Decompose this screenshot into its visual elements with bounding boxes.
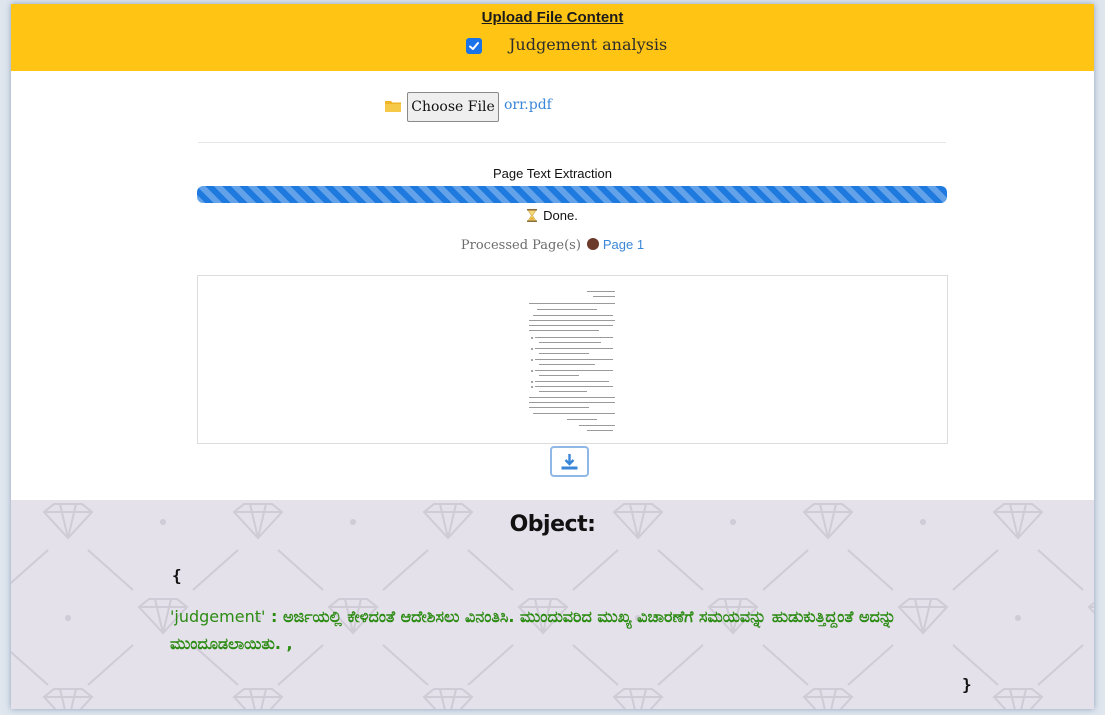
- judgement-analysis-label[interactable]: Judgement analysis: [509, 35, 667, 54]
- thumbnail-text-line: [535, 386, 613, 387]
- thumbnail-text-line: [587, 291, 615, 292]
- diamond-shape: [42, 688, 94, 709]
- thumbnail-text-line: [567, 419, 597, 420]
- judgement-analysis-checkbox[interactable]: [466, 38, 482, 54]
- progress-bar-fill: [197, 186, 947, 203]
- brown-circle-icon: [586, 238, 599, 250]
- document-thumbnail: [527, 289, 619, 431]
- thumbnail-text-line: [535, 337, 613, 338]
- thumbnail-text-line: [529, 325, 613, 326]
- selected-file-name: orr.pdf: [504, 97, 552, 113]
- thumbnail-text-line: [529, 402, 615, 403]
- progress-status: Done.: [11, 208, 1094, 225]
- judgement-key: 'judgement': [170, 607, 266, 626]
- diamond-shape: [232, 688, 284, 709]
- key-separator: :: [265, 607, 283, 626]
- pattern-line: [87, 549, 134, 591]
- pattern-line: [762, 549, 809, 591]
- thumbnail-bullet: [531, 369, 533, 372]
- thumbnail-text-line: [533, 315, 613, 316]
- thumbnail-text-line: [579, 425, 615, 426]
- diamond-shape: [1087, 601, 1094, 614]
- thumbnail-bullet: [531, 380, 533, 383]
- pattern-line: [87, 644, 134, 686]
- pattern-dot: [65, 615, 71, 621]
- pattern-line: [11, 549, 49, 585]
- thumbnail-text-line: [529, 397, 615, 398]
- upload-header: Upload File Content Judgement analysis: [11, 4, 1094, 71]
- object-title: Object:: [509, 512, 596, 537]
- pattern-line: [952, 644, 999, 686]
- thumbnail-text-line: [539, 364, 595, 365]
- diamond-shape: [422, 688, 474, 709]
- download-button[interactable]: [550, 446, 589, 477]
- upload-title: Upload File Content: [481, 9, 624, 26]
- page-preview: [197, 275, 948, 444]
- thumbnail-text-line: [537, 309, 597, 310]
- thumbnail-text-line: [539, 375, 579, 376]
- thumbnail-bullet: [531, 336, 533, 339]
- pattern-line: [657, 549, 704, 591]
- thumbnail-bullet: [531, 385, 533, 388]
- thumbnail-text-line: [533, 413, 615, 414]
- pattern-line: [11, 650, 49, 686]
- thumbnail-text-line: [529, 303, 615, 304]
- pattern-line: [1037, 644, 1084, 686]
- thumbnail-text-line: [539, 342, 601, 343]
- pattern-line: [277, 549, 324, 591]
- diamond-shape: [992, 688, 1044, 709]
- status-text: Done.: [543, 208, 578, 223]
- thumbnail-text-line: [529, 320, 615, 321]
- pattern-line: [192, 549, 239, 591]
- section-divider: [198, 142, 946, 143]
- thumbnail-text-line: [587, 430, 613, 431]
- choose-file-button[interactable]: Choose File: [407, 92, 499, 122]
- thumbnail-bullet: [531, 358, 533, 361]
- progress-bar: [197, 186, 947, 203]
- check-icon: [469, 42, 479, 50]
- processed-pages: Processed Page(s) Page 1: [11, 237, 1094, 253]
- thumbnail-text-line: [539, 391, 587, 392]
- download-icon: [561, 454, 578, 470]
- pattern-line: [1037, 549, 1084, 591]
- pattern-line: [467, 549, 514, 591]
- thumbnail-text-line: [593, 296, 615, 297]
- pattern-line: [382, 549, 429, 591]
- folder-icon: [384, 98, 402, 117]
- pattern-line: [952, 549, 999, 591]
- open-brace: {: [172, 566, 182, 585]
- diamond-shape: [802, 688, 854, 709]
- progress-title: Page Text Extraction: [493, 166, 612, 181]
- thumbnail-text-line: [539, 353, 589, 354]
- thumbnail-text-line: [535, 359, 613, 360]
- diamond-shape: [612, 688, 664, 709]
- page-1-link[interactable]: Page 1: [603, 237, 644, 252]
- judgement-entry: 'judgement' : ಅರ್ಜಿಯಲ್ಲಿ ಕೇಳಿದಂತೆ ಆದೇಶಿಸ…: [170, 603, 930, 657]
- close-brace: }: [962, 675, 972, 694]
- pattern-dot: [1015, 615, 1021, 621]
- thumbnail-text-line: [529, 330, 599, 331]
- app-window: Upload File Content Judgement analysis C…: [11, 4, 1094, 709]
- thumbnail-bullet: [531, 347, 533, 350]
- thumbnail-text-line: [535, 381, 609, 382]
- object-output-panel: Object: { 'judgement' : ಅರ್ಜಿಯಲ್ಲಿ ಕೇಳಿದ…: [11, 500, 1094, 709]
- thumbnail-text-line: [535, 370, 613, 371]
- hourglass-icon: [527, 209, 538, 225]
- thumbnail-text-line: [535, 348, 613, 349]
- pattern-line: [572, 549, 619, 591]
- processed-label: Processed Page(s): [460, 238, 581, 253]
- thumbnail-text-line: [529, 407, 589, 408]
- pattern-line: [847, 549, 894, 591]
